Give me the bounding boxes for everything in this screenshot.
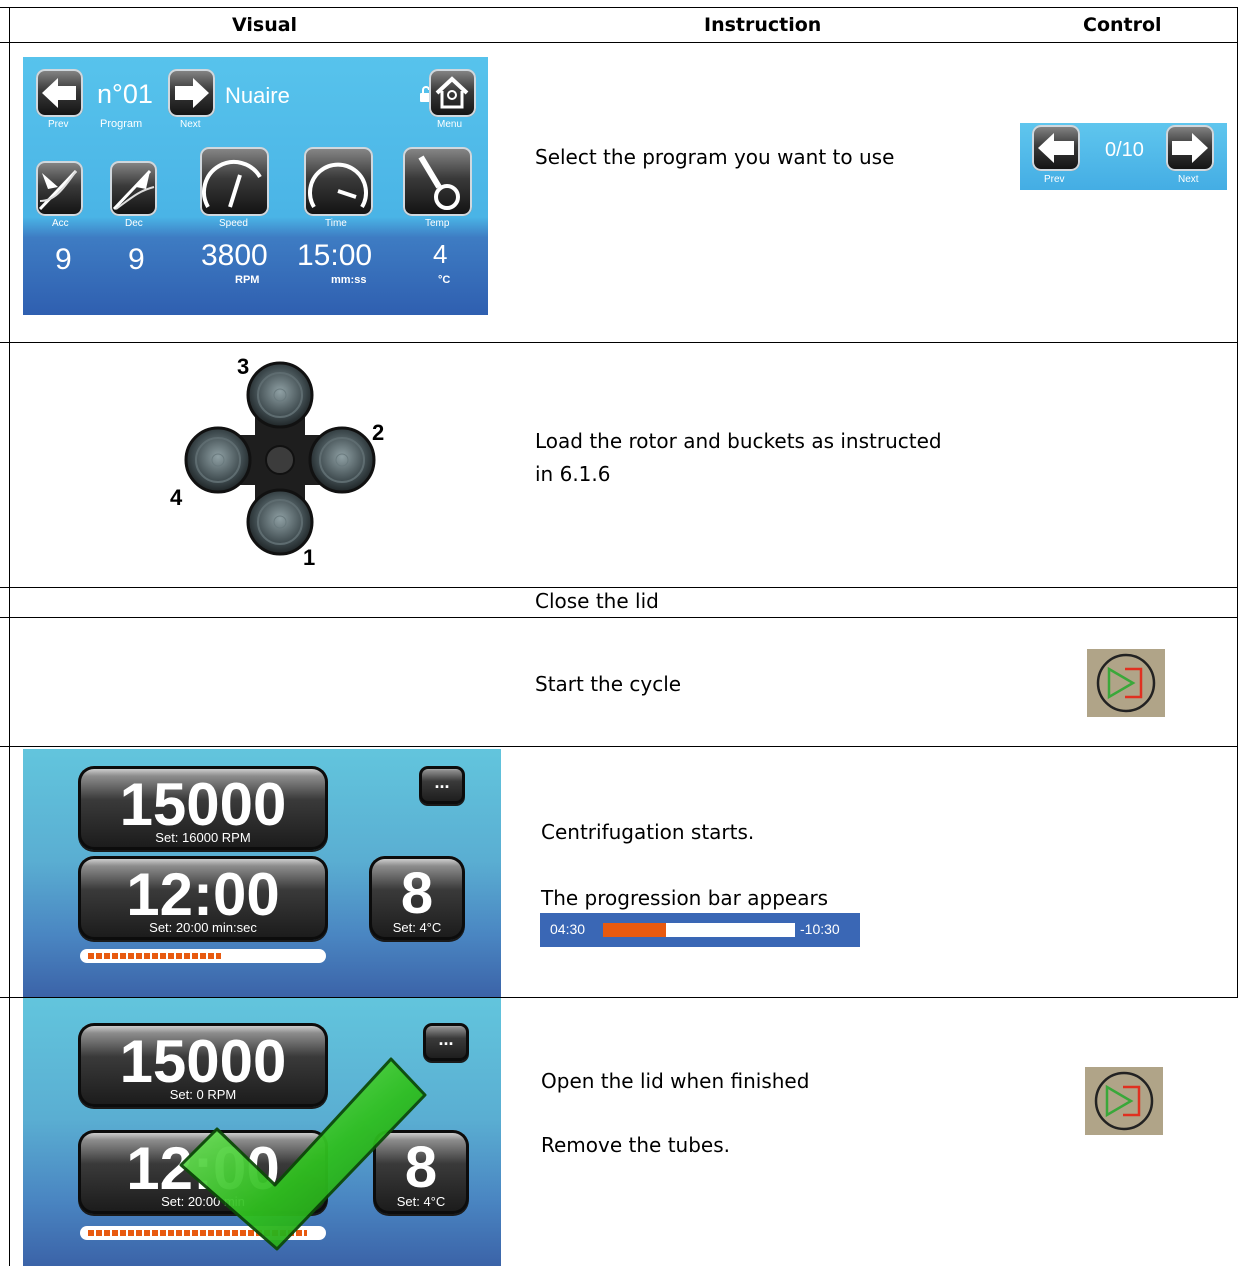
start-button-image[interactable] (1087, 649, 1165, 717)
more-button-label: ... (434, 772, 450, 792)
step2-instruction: Load the rotor and buckets as instructed (535, 429, 942, 453)
row1-border (0, 342, 1238, 343)
speed-label: Speed (219, 218, 248, 229)
dec-label: Dec (125, 218, 143, 229)
temp-set: Set: 4°C (392, 920, 442, 935)
running-screen: 15000 Set: 16000 RPM ... 12:00 Set: 20:0… (23, 749, 501, 997)
time-label: Time (325, 218, 347, 229)
deceleration-icon (112, 169, 155, 211)
step3-instruction: Close the lid (535, 589, 659, 613)
acc-label: Acc (52, 218, 69, 229)
temp-display: 8 Set: 4°C (369, 856, 465, 940)
step6-instruction-line2: Remove the tubes. (541, 1133, 730, 1157)
speed-unit: RPM (235, 274, 260, 286)
selector-value: 0/10 (1105, 139, 1144, 161)
temp-label: Temp (425, 218, 450, 229)
time-value: 15:00 (297, 239, 373, 272)
program-screen: Prev n°01 Program Next Nuaire Menu Acc D… (23, 57, 488, 315)
step2-instruction-line2: in 6.1.6 (535, 462, 611, 486)
row4-border (0, 746, 1238, 747)
table-left-border (9, 7, 10, 1266)
time-button[interactable] (304, 147, 373, 216)
step5-instruction: Centrifugation starts. (541, 820, 755, 844)
arrow-left-icon (1038, 133, 1074, 163)
program-number: n°01 (97, 79, 153, 109)
temp-unit: °C (438, 274, 451, 286)
run-progress-bar (80, 949, 326, 963)
rotor-label-2: 2 (372, 420, 384, 445)
checkmark-icon (179, 1057, 427, 1251)
header-control: Control (1083, 14, 1162, 36)
bucket-2 (308, 426, 376, 494)
rotor-diagram: 3 2 4 1 (170, 354, 384, 565)
next-label: Next (180, 119, 201, 130)
selector-next-label: Next (1178, 174, 1199, 185)
play-stop-icon (1094, 1071, 1154, 1131)
step5-instruction-line2: The progression bar appears (541, 886, 829, 910)
table-top-border (0, 7, 1238, 8)
prev-label: Prev (48, 119, 69, 130)
arrow-left-icon (42, 78, 76, 108)
bucket-4 (184, 426, 252, 494)
speedometer-icon (202, 159, 262, 208)
rotor-label-1: 1 (303, 545, 315, 565)
stopwatch-icon (308, 162, 368, 209)
thermometer-icon (418, 155, 460, 210)
selector-next-button[interactable] (1166, 125, 1214, 171)
menu-button[interactable] (429, 69, 476, 117)
progression-fill (603, 923, 666, 937)
dec-button[interactable] (110, 161, 157, 216)
prev-program-button[interactable] (36, 69, 83, 117)
header-row-border (0, 42, 1238, 43)
header-visual: Visual (232, 14, 298, 36)
elapsed-time: 04:30 (550, 921, 586, 937)
run-progress-fill (88, 953, 221, 959)
temp-value: 4 (433, 239, 448, 269)
home-icon (435, 76, 469, 109)
bucket-3 (246, 361, 314, 429)
play-stop-icon (1096, 653, 1156, 713)
progression-track (603, 923, 795, 937)
rotor-label-4: 4 (170, 485, 183, 510)
program-name: Nuaire (225, 83, 290, 108)
time-value: 12:00 (126, 861, 280, 928)
speed-button[interactable] (200, 147, 269, 216)
finished-screen: 15000 Set: 0 RPM ... 12:00 Set: 20:00 mi… (23, 998, 501, 1266)
temp-button[interactable] (403, 147, 472, 216)
time-unit: mm:ss (331, 274, 367, 286)
more-button-label: ... (438, 1029, 454, 1049)
selector-prev-button[interactable] (1032, 125, 1080, 171)
more-button[interactable]: ... (419, 766, 465, 804)
next-program-button[interactable] (168, 69, 215, 117)
open-lid-button-image[interactable] (1085, 1067, 1163, 1135)
program-label: Program (100, 118, 143, 130)
rotor-label-3: 3 (237, 354, 249, 379)
header-instruction: Instruction (704, 14, 822, 36)
progression-bar-example: 04:30 -10:30 (540, 913, 860, 947)
time-set: Set: 20:00 min:sec (149, 920, 257, 935)
speed-value: 15000 (119, 771, 287, 838)
speed-value: 3800 (201, 239, 268, 272)
step1-instruction: Select the program you want to use (535, 145, 895, 169)
speed-display: 15000 Set: 16000 RPM (78, 766, 328, 850)
acc-value: 9 (55, 243, 72, 276)
step6-instruction: Open the lid when finished (541, 1069, 810, 1093)
program-selector-control: Prev 0/10 Next (1020, 123, 1227, 190)
time-display: 12:00 Set: 20:00 min:sec (78, 856, 328, 940)
dec-value: 9 (128, 243, 145, 276)
acceleration-icon (38, 169, 78, 211)
selector-prev-label: Prev (1044, 174, 1065, 185)
remaining-time: -10:30 (800, 921, 840, 937)
arrow-right-icon (1172, 133, 1208, 163)
step4-instruction: Start the cycle (535, 672, 682, 696)
arrow-right-icon (175, 78, 209, 108)
acc-button[interactable] (36, 161, 83, 216)
speed-set: Set: 16000 RPM (155, 830, 251, 845)
menu-label: Menu (437, 119, 463, 130)
temp-value: 8 (400, 861, 434, 926)
